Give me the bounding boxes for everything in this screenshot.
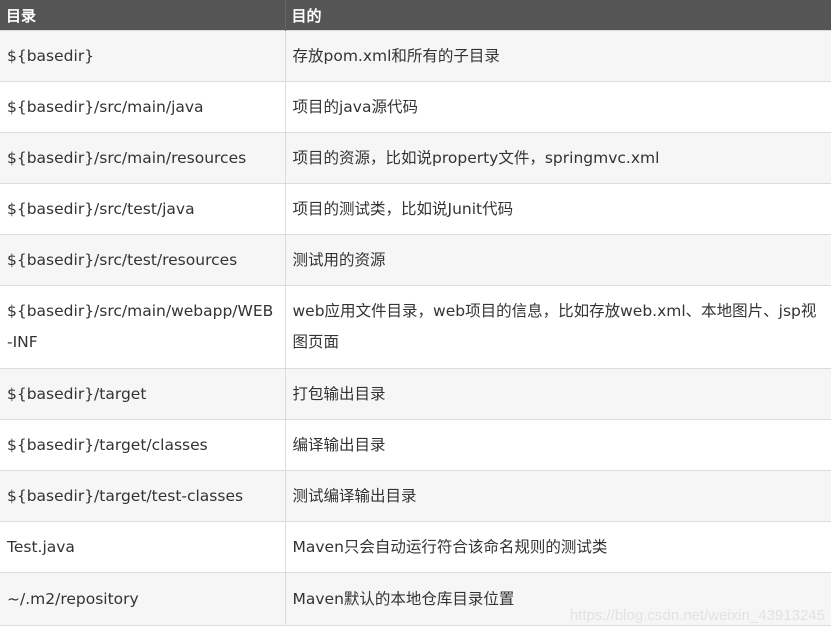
table-row: ${basedir}/src/main/java 项目的java源代码 — [0, 81, 831, 133]
purpose-cell: 项目的java源代码 — [284, 81, 831, 133]
directory-cell: ${basedir}/target/test-classes — [0, 470, 286, 522]
table-row: ${basedir} 存放pom.xml和所有的子目录 — [0, 30, 831, 82]
watermark-text: https://blog.csdn.net/weixin_43913245 — [569, 607, 825, 624]
header-purpose: 目的 — [284, 0, 831, 31]
directory-cell: ~/.m2/repository — [0, 572, 286, 626]
purpose-cell: 打包输出目录 — [284, 368, 831, 420]
table-body: ${basedir} 存放pom.xml和所有的子目录 ${basedir}/s… — [0, 30, 831, 626]
directory-cell: ${basedir}/target — [0, 368, 286, 420]
table-row: ${basedir}/src/main/webapp/WEB-INF web应用… — [0, 285, 831, 369]
table-row: Test.java Maven只会自动运行符合该命名规则的测试类 — [0, 521, 831, 573]
table-row: ${basedir}/src/main/resources 项目的资源，比如说p… — [0, 132, 831, 184]
purpose-cell: 编译输出目录 — [284, 419, 831, 471]
directory-cell: ${basedir}/src/main/resources — [0, 132, 286, 184]
table-row: ${basedir}/src/test/java 项目的测试类，比如说Junit… — [0, 183, 831, 235]
directory-cell: ${basedir}/src/test/resources — [0, 234, 286, 286]
table-row: ${basedir}/target 打包输出目录 — [0, 368, 831, 420]
purpose-cell: 测试用的资源 — [284, 234, 831, 286]
header-directory: 目录 — [0, 0, 285, 31]
table-row: ${basedir}/target/test-classes 测试编译输出目录 — [0, 470, 831, 522]
directory-table: 目录 目的 ${basedir} 存放pom.xml和所有的子目录 ${base… — [0, 0, 831, 626]
purpose-cell: web应用文件目录，web项目的信息，比如存放web.xml、本地图片、jsp视… — [284, 285, 831, 369]
directory-cell: Test.java — [0, 521, 286, 573]
purpose-cell: 存放pom.xml和所有的子目录 — [284, 30, 831, 82]
table-header: 目录 目的 — [0, 0, 831, 31]
directory-cell: ${basedir}/target/classes — [0, 419, 286, 471]
purpose-cell: 测试编译输出目录 — [284, 470, 831, 522]
table-row: ${basedir}/target/classes 编译输出目录 — [0, 419, 831, 471]
directory-cell: ${basedir}/src/test/java — [0, 183, 286, 235]
directory-cell: ${basedir}/src/main/webapp/WEB-INF — [0, 285, 286, 369]
directory-cell: ${basedir} — [0, 30, 286, 82]
purpose-cell: 项目的测试类，比如说Junit代码 — [284, 183, 831, 235]
directory-cell: ${basedir}/src/main/java — [0, 81, 286, 133]
purpose-cell: 项目的资源，比如说property文件，springmvc.xml — [284, 132, 831, 184]
purpose-cell: Maven只会自动运行符合该命名规则的测试类 — [284, 521, 831, 573]
header-row: 目录 目的 — [0, 0, 831, 31]
table-row: ${basedir}/src/test/resources 测试用的资源 — [0, 234, 831, 286]
